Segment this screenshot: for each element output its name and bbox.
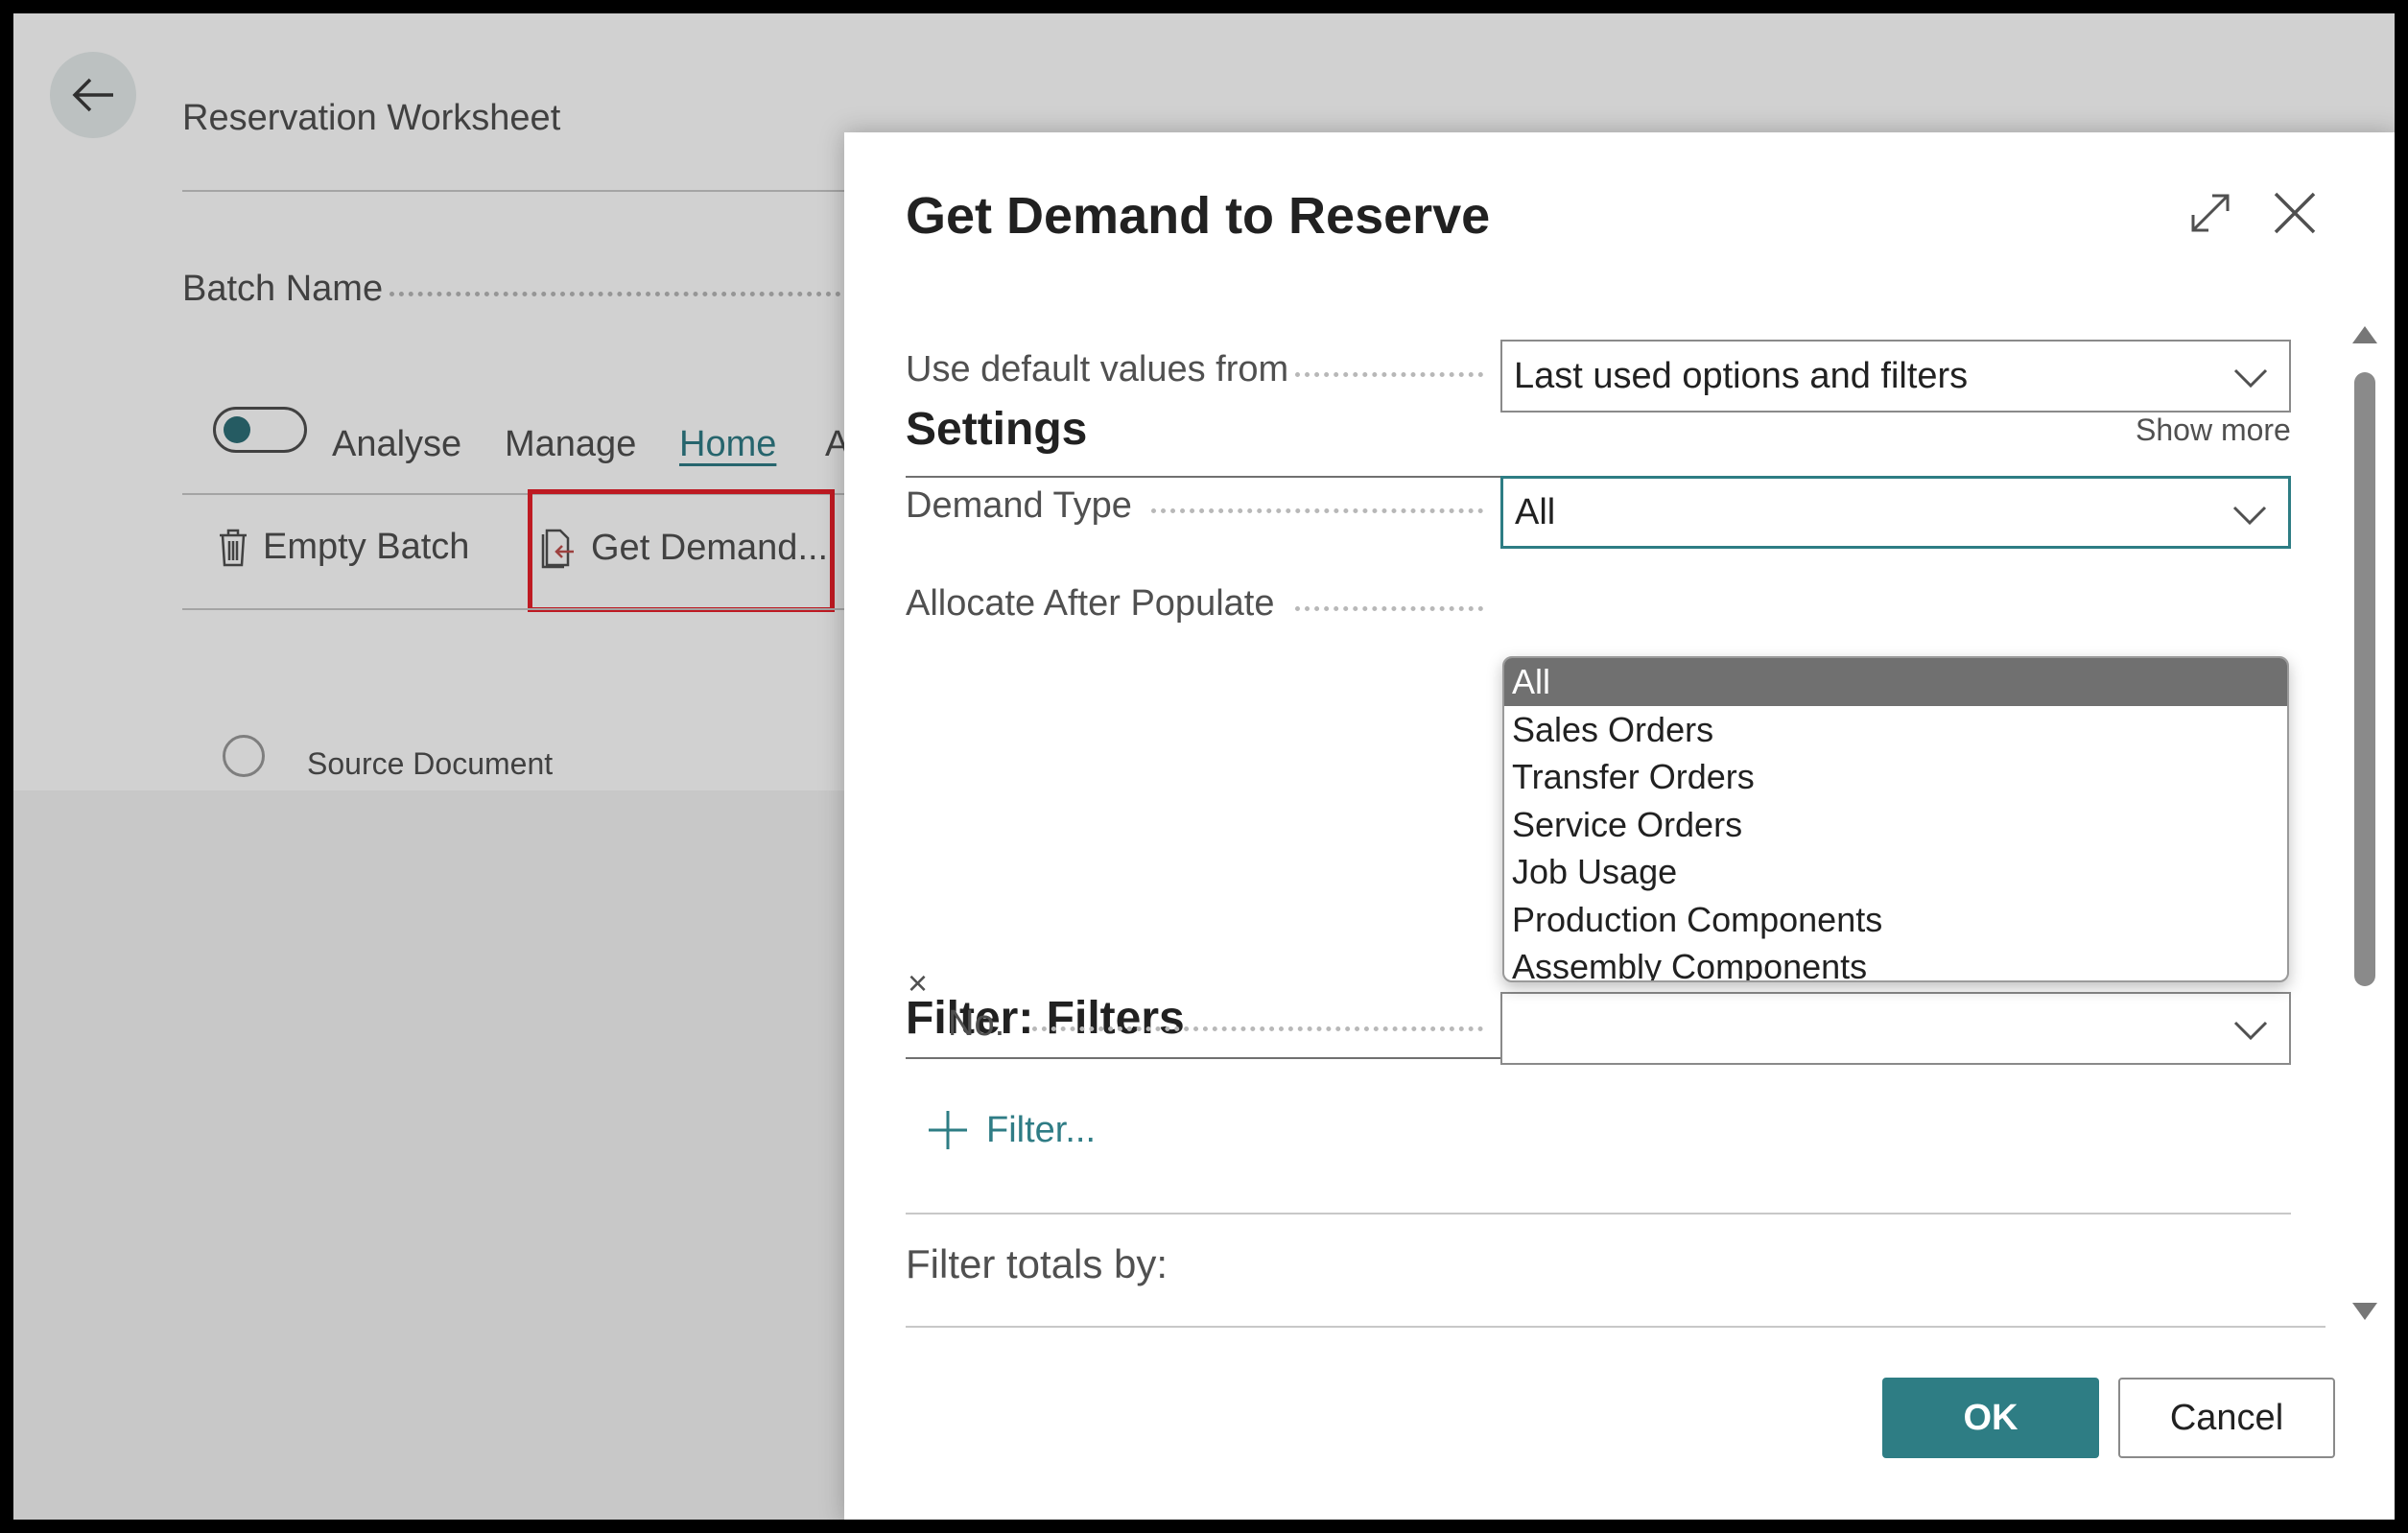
ok-button[interactable]: OK	[1882, 1378, 2099, 1458]
get-demand-dialog: Get Demand to Reserve Use default values…	[844, 132, 2395, 1520]
chevron-down-icon	[2233, 1021, 2268, 1041]
scroll-down-arrow-icon[interactable]	[2352, 1303, 2377, 1320]
option-production-components[interactable]: Production Components	[1504, 896, 2287, 944]
demand-type-select[interactable]: All	[1500, 476, 2291, 549]
option-sales-orders[interactable]: Sales Orders	[1504, 706, 2287, 754]
dialog-scrollbar[interactable]	[2350, 324, 2379, 1332]
remove-filter-icon[interactable]: ×	[908, 963, 928, 1003]
filter-totals-label: Filter totals by:	[906, 1241, 1169, 1286]
reservation-worksheet-page: Reservation Worksheet Batch Name Analyse…	[13, 13, 2395, 1520]
chevron-down-icon	[2233, 368, 2268, 389]
show-more-link[interactable]: Show more	[2136, 413, 2291, 448]
plus-icon	[929, 1111, 967, 1149]
allocate-after-populate-label: Allocate After Populate	[906, 583, 1275, 624]
option-transfer-orders[interactable]: Transfer Orders	[1504, 753, 2287, 801]
dialog-title: Get Demand to Reserve	[906, 187, 1491, 245]
expand-icon[interactable]	[2187, 190, 2233, 236]
default-values-select[interactable]: Last used options and filters	[1500, 340, 2291, 413]
no-filter-input[interactable]	[1500, 992, 2291, 1065]
no-filter-label: No.	[948, 1003, 1005, 1044]
demand-type-dropdown: All Sales Orders Transfer Orders Service…	[1502, 656, 2289, 982]
scroll-up-arrow-icon[interactable]	[2352, 326, 2377, 343]
close-icon[interactable]	[2268, 186, 2322, 240]
cancel-button[interactable]: Cancel	[2118, 1378, 2335, 1458]
option-job-usage[interactable]: Job Usage	[1504, 848, 2287, 896]
option-service-orders[interactable]: Service Orders	[1504, 801, 2287, 849]
option-assembly-components[interactable]: Assembly Components	[1504, 943, 2287, 980]
add-filter-button[interactable]: Filter...	[927, 1109, 1096, 1151]
default-values-label: Use default values from	[906, 349, 1289, 389]
settings-heading: Settings	[906, 404, 1088, 455]
option-all[interactable]: All	[1504, 658, 2287, 706]
chevron-down-icon	[2232, 506, 2267, 526]
scroll-thumb[interactable]	[2354, 372, 2375, 986]
demand-type-label: Demand Type	[906, 485, 1132, 526]
